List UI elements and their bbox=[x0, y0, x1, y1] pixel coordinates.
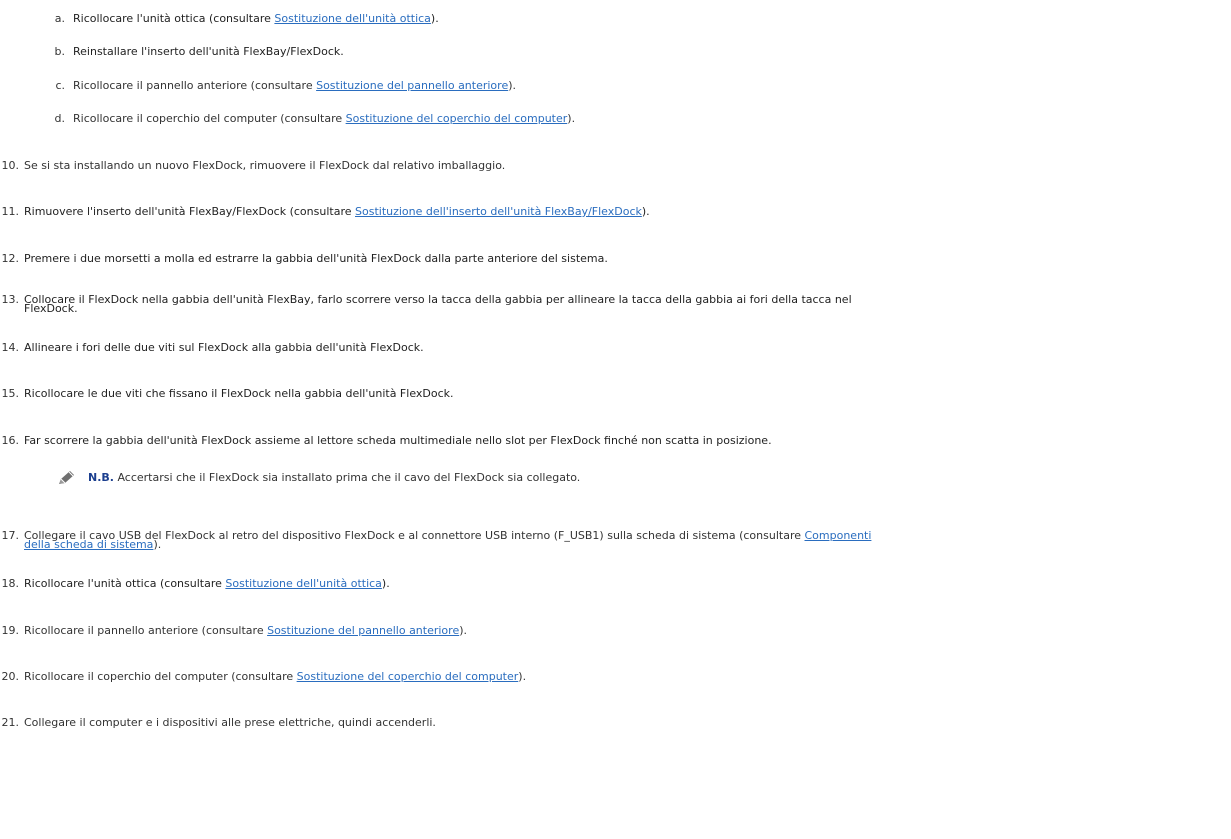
link-sostituzione-pannello-anteriore-2[interactable]: Sostituzione del pannello anteriore bbox=[267, 624, 459, 637]
step-text: Ricollocare il pannello anteriore (consu… bbox=[24, 624, 468, 637]
step-number: 20. bbox=[1, 670, 20, 683]
link-sostituzione-pannello-anteriore[interactable]: Sostituzione del pannello anteriore bbox=[316, 79, 508, 92]
step-text: Premere i due morsetti a molla ed estrar… bbox=[24, 252, 608, 265]
sub-step-text: Ricollocare l'unità ottica (consultare S… bbox=[73, 12, 439, 25]
link-sostituzione-coperchio-computer[interactable]: Sostituzione del coperchio del computer bbox=[346, 112, 568, 125]
note-label: N.B. bbox=[88, 471, 114, 484]
step-text: Ricollocare il coperchio del computer (c… bbox=[24, 670, 527, 683]
step-number: 12. bbox=[1, 252, 20, 265]
link-sostituzione-inserto-flexbay[interactable]: Sostituzione dell'inserto dell'unità Fle… bbox=[355, 205, 642, 218]
sub-step-marker: d. bbox=[54, 112, 65, 125]
step-number: 11. bbox=[1, 205, 20, 218]
note-text: N.B. Accertarsi che il FlexDock sia inst… bbox=[88, 471, 581, 484]
step-number: 17. bbox=[1, 529, 20, 542]
step-number: 16. bbox=[1, 434, 20, 447]
step-text: Allineare i fori delle due viti sul Flex… bbox=[24, 341, 424, 354]
link-sostituzione-unita-ottica-2[interactable]: Sostituzione dell'unità ottica bbox=[225, 577, 382, 590]
step-number: 13. bbox=[1, 293, 20, 306]
sub-step-marker: a. bbox=[54, 12, 65, 25]
step-number: 10. bbox=[1, 159, 20, 172]
link-componenti-scheda-sistema[interactable]: Componenti bbox=[805, 529, 872, 542]
step-number: 19. bbox=[1, 624, 20, 637]
sub-step-text: Ricollocare il coperchio del computer (c… bbox=[73, 112, 576, 125]
note-pencil-icon bbox=[59, 471, 74, 484]
step-text: Ricollocare l'unità ottica (consultare S… bbox=[24, 577, 390, 590]
step-number: 18. bbox=[1, 577, 20, 590]
step-text-line-2: della scheda di sistema). bbox=[24, 538, 162, 551]
sub-step-marker: c. bbox=[55, 79, 65, 92]
step-number: 15. bbox=[1, 387, 20, 400]
sub-step-text: Reinstallare l'inserto dell'unità FlexBa… bbox=[73, 45, 344, 58]
step-text: Rimuovere l'inserto dell'unità FlexBay/F… bbox=[24, 205, 650, 218]
step-text-line-1: Collocare il FlexDock nella gabbia dell'… bbox=[24, 293, 852, 306]
sub-step-marker: b. bbox=[54, 45, 65, 58]
link-sostituzione-unita-ottica[interactable]: Sostituzione dell'unità ottica bbox=[274, 12, 431, 25]
step-text-line-2: FlexDock. bbox=[24, 302, 78, 315]
link-componenti-scheda-sistema-cont[interactable]: della scheda di sistema bbox=[24, 538, 153, 551]
step-text: Ricollocare le due viti che fissano il F… bbox=[24, 387, 454, 400]
step-text: Se si sta installando un nuovo FlexDock,… bbox=[24, 159, 506, 172]
step-number: 14. bbox=[1, 341, 20, 354]
link-sostituzione-coperchio-computer-2[interactable]: Sostituzione del coperchio del computer bbox=[297, 670, 519, 683]
step-text: Far scorrere la gabbia dell'unità FlexDo… bbox=[24, 434, 772, 447]
step-number: 21. bbox=[1, 716, 20, 729]
sub-step-text: Ricollocare il pannello anteriore (consu… bbox=[73, 79, 517, 92]
step-text: Collegare il computer e i dispositivi al… bbox=[24, 716, 436, 729]
